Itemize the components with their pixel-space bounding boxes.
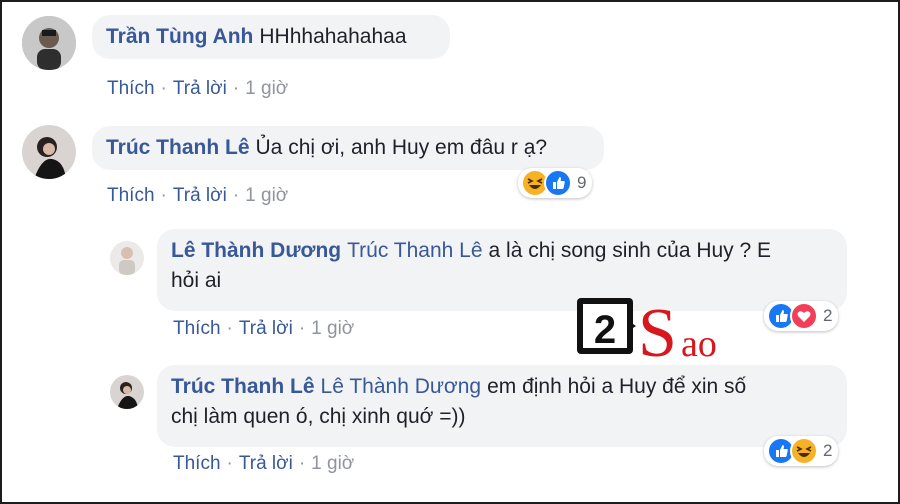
comment-text-line2: hỏi ai xyxy=(171,269,222,292)
like-link[interactable]: Thích xyxy=(107,185,155,206)
separator-dot: · xyxy=(226,453,233,474)
like-link[interactable]: Thích xyxy=(173,453,221,474)
separator-dot: · xyxy=(298,453,306,474)
comment-actions: Thích · Trả lời · 1 giờ xyxy=(173,318,354,340)
timestamp[interactable]: 1 giờ xyxy=(245,78,288,99)
reaction-count: 2 xyxy=(823,441,833,460)
comment-text: a là chị song sinh của Huy ? E xyxy=(488,239,772,262)
love-icon xyxy=(790,302,818,330)
avatar[interactable] xyxy=(22,16,76,70)
avatar[interactable] xyxy=(110,241,144,275)
reply-bubble: Trúc Thanh Lê Lê Thành Dương em định hỏi a… xyxy=(157,365,847,447)
avatar[interactable] xyxy=(22,125,76,179)
svg-text:S: S xyxy=(638,295,677,366)
comment-text-line2: chị làm quen ó, chị xinh quớ =)) xyxy=(171,405,466,428)
comment-text: em định hỏi a Huy để xin số xyxy=(487,375,747,398)
reply-link[interactable]: Trả lời xyxy=(239,318,293,339)
comment-actions: Thích · Trả lời · 1 giờ xyxy=(107,185,288,207)
reaction-summary[interactable]: 9 xyxy=(518,168,593,198)
separator-dot: · xyxy=(160,78,167,99)
separator-dot: · xyxy=(160,185,167,206)
comment-actions: Thích · Trả lời · 1 giờ xyxy=(173,453,354,475)
svg-text:ao: ao xyxy=(681,323,717,365)
timestamp[interactable]: 1 giờ xyxy=(245,185,288,206)
commenter-name[interactable]: Trúc Thanh Lê xyxy=(171,375,315,398)
separator-dot: · xyxy=(232,185,240,206)
comment-text: HHhhahahahaa xyxy=(259,25,407,48)
2sao-logo-watermark: 2 S ao xyxy=(577,295,717,366)
reaction-summary[interactable]: 2 xyxy=(764,301,839,331)
like-link[interactable]: Thích xyxy=(107,78,155,99)
reply-link[interactable]: Trả lời xyxy=(173,185,227,206)
timestamp[interactable]: 1 giờ xyxy=(311,318,354,339)
comment-bubble: Trúc Thanh Lê Ủa chị ơi, anh Huy em đâu r… xyxy=(92,126,604,170)
haha-icon xyxy=(790,437,818,465)
commenter-name[interactable]: Trần Tùng Anh xyxy=(106,25,253,48)
separator-dot: · xyxy=(226,318,233,339)
reaction-summary[interactable]: 2 xyxy=(764,436,839,466)
reply-link[interactable]: Trả lời xyxy=(239,453,293,474)
reply-link[interactable]: Trả lời xyxy=(173,78,227,99)
mention-link[interactable]: Trúc Thanh Lê xyxy=(347,239,482,262)
svg-text:2: 2 xyxy=(594,308,616,352)
comment-actions: Thích · Trả lời · 1 giờ xyxy=(107,78,288,100)
reaction-count: 9 xyxy=(577,173,587,192)
timestamp[interactable]: 1 giờ xyxy=(311,453,354,474)
like-link[interactable]: Thích xyxy=(173,318,221,339)
like-icon xyxy=(544,169,572,197)
comment-text: Ủa chị ơi, anh Huy em đâu r ạ? xyxy=(255,136,548,159)
commenter-name[interactable]: Lê Thành Dương xyxy=(171,239,341,262)
commenter-name[interactable]: Trúc Thanh Lê xyxy=(106,136,250,159)
reaction-count: 2 xyxy=(823,306,833,325)
separator-dot: · xyxy=(298,318,306,339)
separator-dot: · xyxy=(232,78,240,99)
comment-bubble: Trần Tùng Anh HHhhahahahaa xyxy=(92,15,450,59)
mention-link[interactable]: Lê Thành Dương xyxy=(321,375,482,398)
avatar[interactable] xyxy=(110,375,144,409)
